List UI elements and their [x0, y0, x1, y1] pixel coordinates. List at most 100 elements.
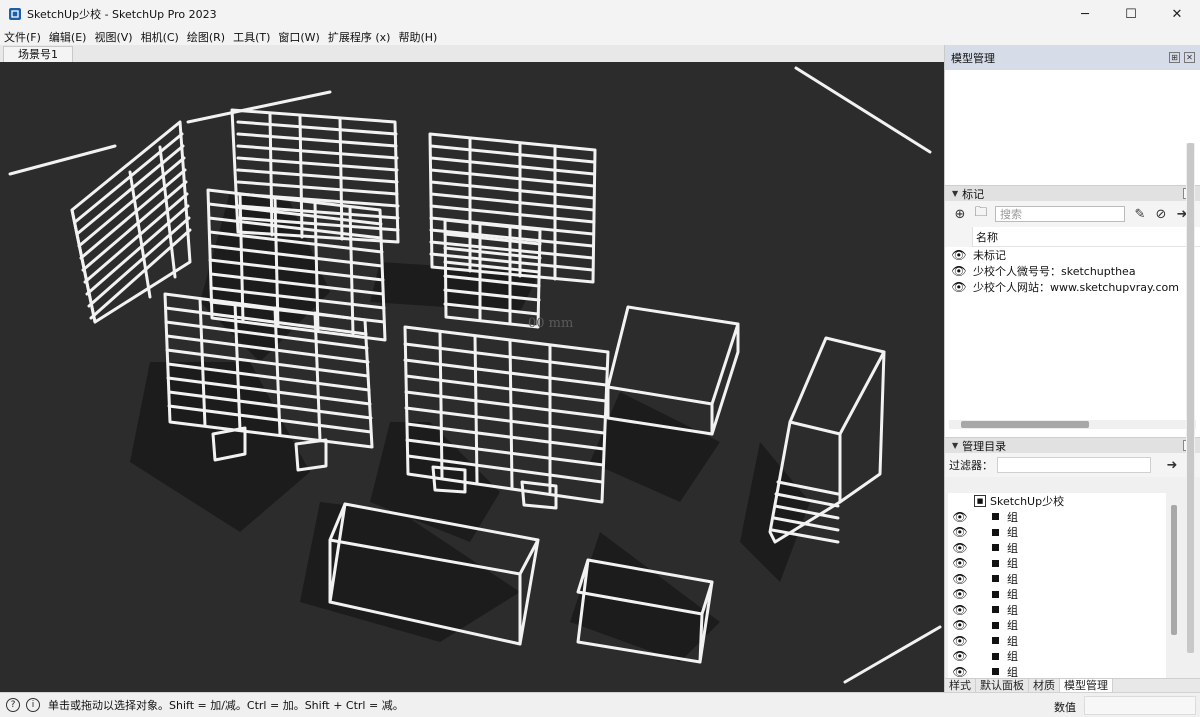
visibility-column-header [945, 226, 973, 247]
item-label: 组 [1007, 588, 1018, 602]
scene-tab-bar: 场景号1 [0, 45, 944, 62]
eye-icon[interactable]: 👁 [948, 587, 972, 601]
tag-tool-icon[interactable]: ⊘ [1152, 205, 1170, 223]
tray-title: 模型管理 [951, 51, 995, 65]
tags-horizontal-scrollbar[interactable] [949, 420, 1196, 429]
tag-name: 少校个人网站：www.sketchupvray.com [973, 281, 1179, 294]
outliner-item[interactable]: 👁 组 [948, 618, 1166, 634]
group-icon [992, 528, 999, 536]
menu-edit[interactable]: 编辑(E) [49, 29, 87, 45]
tag-row[interactable]: 👁 少校个人微号号：sketchupthea [945, 263, 1200, 279]
eye-icon[interactable]: 👁 [948, 556, 972, 570]
tags-toolbar: ⊕ 🗀 搜索 ✎ ⊘ ➜ [945, 201, 1200, 227]
info-icon[interactable]: i [26, 698, 40, 712]
tab-materials[interactable]: 材质 [1029, 679, 1060, 692]
color-by-tag-icon[interactable]: ✎ [1131, 205, 1149, 223]
item-label: 组 [1007, 510, 1018, 524]
eye-icon[interactable]: 👁 [948, 665, 972, 679]
outliner-item[interactable]: 👁 组 [948, 556, 1166, 572]
eye-icon[interactable]: 👁 [945, 248, 973, 262]
outliner-item[interactable]: 👁 组 [948, 509, 1166, 525]
menu-help[interactable]: 帮助(H) [398, 29, 437, 45]
tray-vertical-scrollbar[interactable] [1186, 143, 1195, 653]
add-tag-folder-icon[interactable]: 🗀 [972, 205, 990, 223]
root-label: SketchUp少校 [990, 495, 1065, 508]
minimize-button[interactable]: ─ [1062, 0, 1108, 28]
outliner-item[interactable]: 👁 组 [948, 525, 1166, 541]
group-icon [992, 559, 999, 567]
eye-icon[interactable]: 👁 [948, 525, 972, 539]
tag-row[interactable]: 👁 少校个人网站：www.sketchupvray.com [945, 279, 1200, 295]
outliner-item[interactable]: 👁 组 [948, 664, 1166, 679]
maximize-button[interactable]: ☐ [1108, 0, 1154, 28]
eye-icon[interactable]: 👁 [948, 541, 972, 555]
item-label: 组 [1007, 619, 1018, 633]
outliner-item[interactable]: 👁 组 [948, 540, 1166, 556]
item-label: 组 [1007, 665, 1018, 679]
name-column-header[interactable]: 名称 [973, 229, 998, 245]
tab-styles[interactable]: 样式 [945, 679, 976, 692]
eye-icon[interactable]: 👁 [948, 618, 972, 632]
add-tag-icon[interactable]: ⊕ [951, 205, 969, 223]
outliner-item[interactable]: 👁 组 [948, 587, 1166, 603]
eye-icon[interactable]: 👁 [945, 264, 973, 278]
menu-tools[interactable]: 工具(T) [233, 29, 270, 45]
item-label: 组 [1007, 634, 1018, 648]
pin-icon[interactable]: ⊞ [1169, 52, 1180, 63]
tags-search-input[interactable]: 搜索 [995, 206, 1125, 222]
outliner-vertical-scrollbar[interactable] [1169, 493, 1179, 679]
item-label: 组 [1007, 557, 1018, 571]
tray-empty-area [945, 70, 1200, 185]
eye-icon[interactable]: 👁 [948, 634, 972, 648]
tab-default-tray[interactable]: 默认面板 [976, 679, 1029, 692]
menu-extensions[interactable]: 扩展程序 (x) [328, 29, 391, 45]
group-icon [992, 652, 999, 660]
outliner-item[interactable]: 👁 组 [948, 649, 1166, 665]
item-label: 组 [1007, 650, 1018, 664]
title-bar: SketchUp少校 - SketchUp Pro 2023 ─ ☐ ✕ [0, 0, 1200, 28]
tags-panel-header[interactable]: ▼ 标记 ✕ [945, 185, 1200, 201]
tag-row[interactable]: 👁 未标记 [945, 247, 1200, 263]
geo-location-icon[interactable]: ? [6, 698, 20, 712]
tag-name: 少校个人微号号：sketchupthea [973, 265, 1136, 278]
menu-file[interactable]: 文件(F) [4, 29, 41, 45]
outliner-item[interactable]: 👁 组 [948, 602, 1166, 618]
measurements-box[interactable] [1084, 696, 1196, 715]
tags-table-header: 名称 [945, 226, 1200, 247]
eye-icon[interactable]: 👁 [948, 603, 972, 617]
close-button[interactable]: ✕ [1154, 0, 1200, 28]
tab-model-management[interactable]: 模型管理 [1060, 679, 1113, 692]
outliner-panel-header[interactable]: ▼ 管理目录 ✕ [945, 437, 1200, 453]
group-icon [992, 544, 999, 552]
model-icon: ■ [974, 495, 986, 507]
outliner-root[interactable]: ■ SketchUp少校 [948, 493, 1166, 509]
outliner-panel-title: 管理目录 [962, 439, 1007, 453]
outliner-item[interactable]: 👁 组 [948, 571, 1166, 587]
tray-header: 模型管理 ⊞ ✕ [945, 45, 1200, 70]
outliner-details-arrow-icon[interactable]: ➜ [1163, 456, 1181, 474]
tray-close-icon[interactable]: ✕ [1184, 52, 1195, 63]
dimension-label: 00 mm [528, 316, 574, 331]
eye-icon[interactable]: 👁 [948, 572, 972, 586]
model-drawing [8, 66, 942, 684]
menu-window[interactable]: 窗口(W) [278, 29, 319, 45]
default-tray: 模型管理 ⊞ ✕ ▼ 标记 ✕ ⊕ 🗀 搜索 ✎ ⊘ ➜ 名称 👁 未标记 👁 … [944, 45, 1200, 692]
item-label: 组 [1007, 541, 1018, 555]
menu-camera[interactable]: 相机(C) [141, 29, 179, 45]
outliner-filter-row: 过滤器： ➜ [945, 453, 1200, 477]
scene-tab-1[interactable]: 场景号1 [3, 46, 73, 62]
eye-icon[interactable]: 👁 [945, 280, 973, 294]
sketchup-logo-icon [9, 8, 21, 20]
filter-label: 过滤器： [949, 459, 993, 472]
filter-input[interactable] [997, 457, 1151, 473]
eye-icon[interactable]: 👁 [948, 510, 972, 524]
window-title: SketchUp少校 - SketchUp Pro 2023 [27, 8, 217, 21]
outliner-item[interactable]: 👁 组 [948, 633, 1166, 649]
collapse-triangle-icon: ▼ [952, 189, 959, 198]
group-icon [992, 668, 999, 676]
eye-icon[interactable]: 👁 [948, 649, 972, 663]
model-viewport[interactable]: 00 mm [0, 62, 944, 692]
menu-view[interactable]: 视图(V) [94, 29, 132, 45]
group-icon [992, 637, 999, 645]
menu-draw[interactable]: 绘图(R) [187, 29, 225, 45]
